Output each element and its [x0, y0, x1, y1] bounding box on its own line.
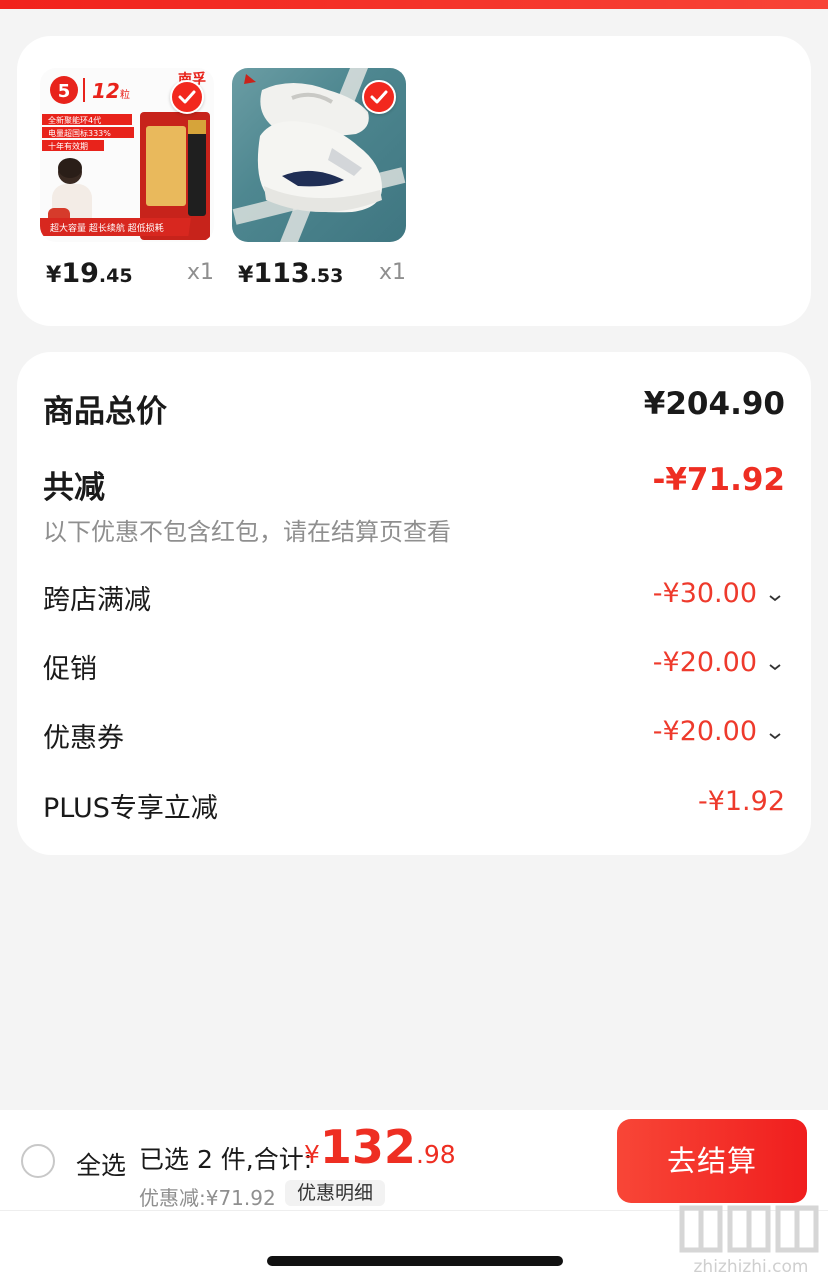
total-reduce-row: 共减 -¥71.92 [43, 462, 785, 506]
chevron-down-icon[interactable] [765, 660, 785, 674]
discount-note-row: 以下优惠不包含红包，请在结算页查看 [43, 512, 785, 546]
discount-value: -¥20.00 [652, 716, 757, 747]
chevron-down-icon[interactable] [765, 729, 785, 743]
selected-check-icon[interactable] [362, 80, 396, 114]
discount-summary: 优惠减:¥71.92 [139, 1186, 276, 1210]
price-integer: 19 [61, 258, 99, 289]
battery-feature-1: 全新聚能环4代 [48, 115, 101, 125]
discount-row-cross-store[interactable]: 跨店满减 -¥30.00 [43, 578, 785, 618]
price-summary-card: 商品总价 ¥204.90 共减 -¥71.92 以下优惠不包含红包，请在结算页查… [17, 352, 811, 855]
discount-note: 以下优惠不包含红包，请在结算页查看 [43, 518, 451, 546]
discount-value: -¥30.00 [652, 578, 757, 609]
discount-row-coupon[interactable]: 优惠券 -¥20.00 [43, 716, 785, 756]
goods-total-value: ¥204.90 [643, 386, 785, 422]
price-decimal: .45 [98, 265, 133, 287]
sneaker-product-image[interactable] [232, 68, 406, 242]
home-indicator[interactable] [267, 1256, 563, 1266]
discount-label: PLUS专享立减 [43, 793, 218, 824]
price-currency: ¥ [46, 263, 62, 288]
battery-badge-unit: 粒 [120, 88, 130, 101]
checkout-button[interactable]: 去结算 [617, 1119, 807, 1203]
product-item[interactable]: ¥113.53 x1 [232, 68, 406, 298]
discount-detail-button[interactable]: 优惠明细 [285, 1180, 386, 1206]
product-quantity: x1 [378, 260, 406, 285]
product-quantity: x1 [186, 260, 214, 285]
grand-total: ¥132.98 [304, 1120, 456, 1174]
battery-badge-count: 12 [92, 79, 120, 103]
discount-value: -¥1.92 [697, 786, 785, 817]
price-currency: ¥ [238, 263, 254, 288]
battery-product-image[interactable]: 5 12 粒 南孚 全新聚能环4代 电量超国标333% 十年有效期 [40, 68, 214, 242]
selected-check-icon[interactable] [170, 80, 204, 114]
goods-total-row: 商品总价 ¥204.90 [43, 386, 785, 430]
price-decimal: .53 [309, 265, 344, 287]
discount-label: 优惠券 [43, 723, 124, 754]
watermark-text: zhizhizhi.com [694, 1257, 809, 1277]
product-price: ¥113.53 [238, 258, 343, 289]
total-reduce-label: 共减 [43, 470, 105, 506]
battery-feature-3: 十年有效期 [48, 141, 88, 151]
chevron-down-icon[interactable] [765, 591, 785, 605]
battery-banner-text: 超大容量 超长续航 超低损耗 [50, 222, 164, 234]
discount-value: -¥20.00 [652, 647, 757, 678]
selected-count-text: 已选 2 件,合计: [139, 1145, 313, 1174]
product-price: ¥19.45 [46, 258, 133, 289]
total-integer: 132 [319, 1120, 416, 1174]
discount-label: 跨店满减 [43, 585, 151, 616]
product-item[interactable]: 5 12 粒 南孚 全新聚能环4代 电量超国标333% 十年有效期 [40, 68, 214, 298]
battery-badge-num: 5 [58, 81, 71, 102]
total-decimal: .98 [415, 1140, 456, 1169]
selected-products-card: 5 12 粒 南孚 全新聚能环4代 电量超国标333% 十年有效期 [17, 36, 811, 326]
battery-feature-2: 电量超国标333% [48, 128, 111, 138]
zhi-watermark-icon: zhizhizhi.com [679, 1205, 819, 1277]
total-reduce-value: -¥71.92 [652, 462, 786, 498]
discount-label: 促销 [43, 654, 97, 685]
discount-row-plus: PLUS专享立减 -¥1.92 [43, 786, 785, 826]
price-integer: 113 [253, 258, 310, 289]
select-all-label[interactable]: 全选 [76, 1146, 126, 1182]
discount-row-promotion[interactable]: 促销 -¥20.00 [43, 647, 785, 687]
goods-total-label: 商品总价 [43, 394, 167, 430]
select-all-checkbox[interactable] [21, 1144, 55, 1178]
total-currency: ¥ [304, 1140, 320, 1169]
top-accent-bar [0, 0, 828, 9]
